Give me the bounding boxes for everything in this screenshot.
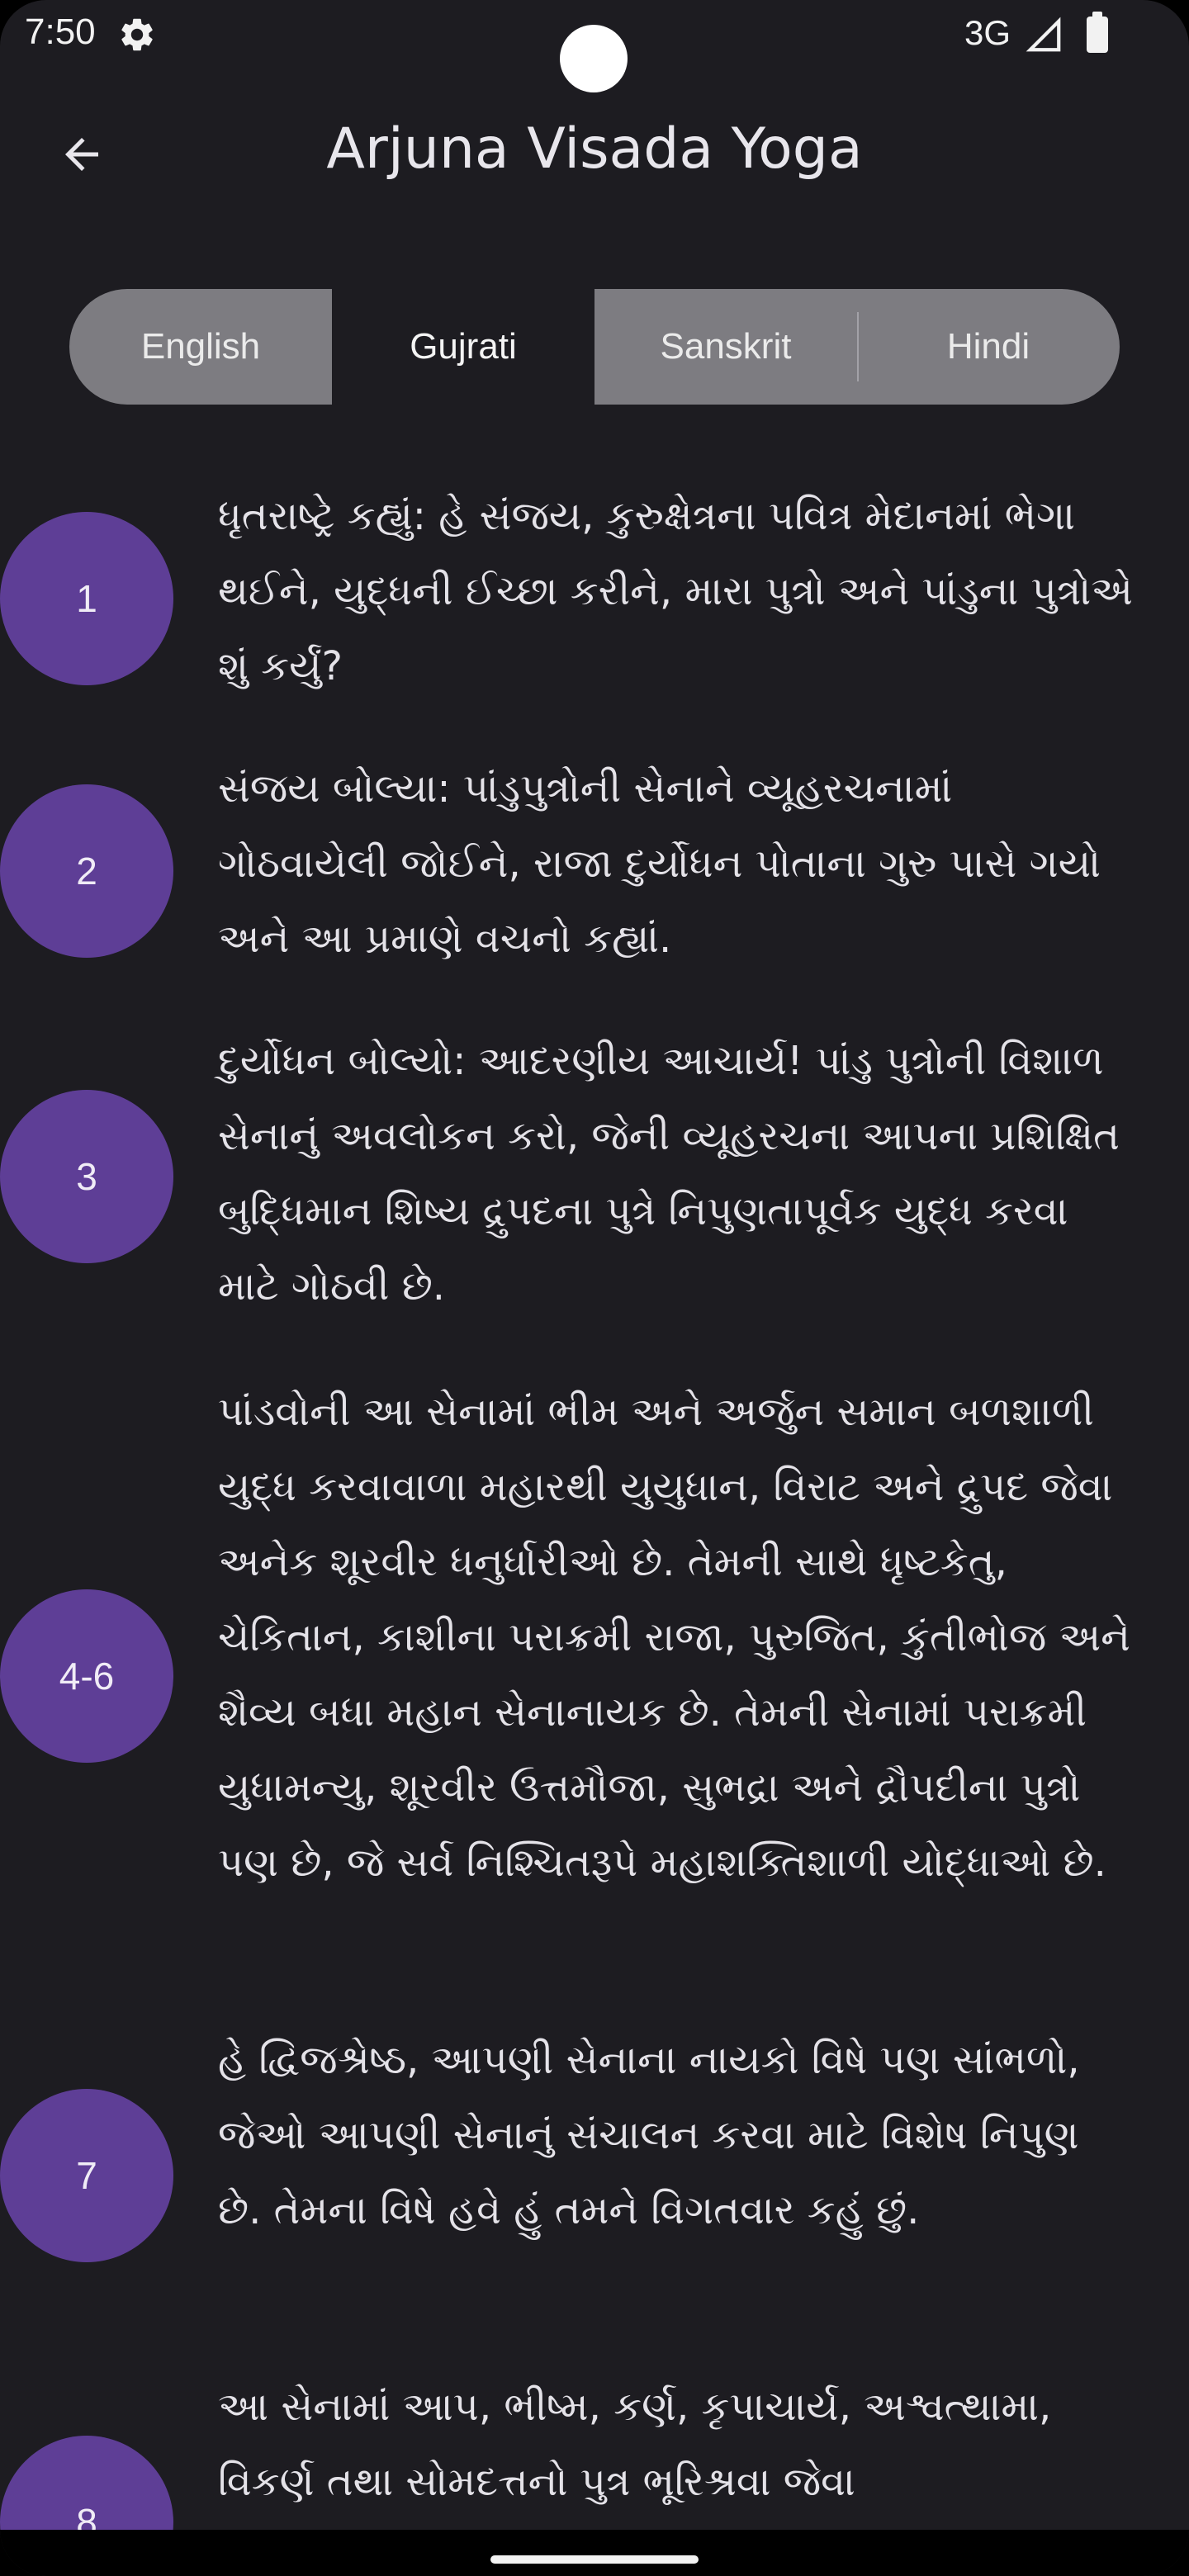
tab-label: Gujrati (410, 326, 517, 367)
tab-label: Sanskrit (660, 326, 792, 367)
camera-cutout (560, 25, 628, 92)
page-title: Arjuna Visada Yoga (326, 116, 863, 182)
language-tabs: English Gujrati Sanskrit Hindi (69, 289, 1120, 405)
verse-text: ધૃતરાષ્ટ્રે કહ્યું: હે સંજય, કુરુક્ષેત્ર… (218, 493, 1133, 689)
verse-item[interactable]: 4-6 પાંડવોની આ સેનામાં ભીમ અને અર્જુન સમ… (0, 1375, 1189, 1986)
verse-number-badge: 3 (0, 1090, 173, 1263)
verse-item[interactable]: 8 આ સેનામાં આપ, ભીષ્મ, કર્ણ, કૃપાચાર્ય, … (0, 2370, 1189, 2535)
system-nav-bar (0, 2530, 1189, 2576)
tab-label: English (140, 326, 261, 367)
home-indicator[interactable] (490, 2555, 699, 2564)
signal-icon (1026, 17, 1061, 52)
verse-item[interactable]: 2 સંજય બોલ્યા: પાંડુપુત્રોની સેનાને વ્યૂ… (0, 751, 1189, 999)
verse-list[interactable]: 1 ધૃતરાષ્ટ્રે કહ્યું: હે સંજય, કુરુક્ષેત… (0, 479, 1189, 2535)
tab-english[interactable]: English (69, 289, 332, 405)
tab-gujrati[interactable]: Gujrati (332, 289, 594, 405)
verse-number-badge: 8 (0, 2436, 173, 2535)
verse-item[interactable]: 3 દુર્યોધન બોલ્યો: આદરણીય આચાર્ય! પાંડુ … (0, 1024, 1189, 1338)
verse-item[interactable]: 7 હે દ્વિજશ્રેષ્ઠ, આપણી સેનાના નાયકો વિષ… (0, 2023, 1189, 2337)
status-bar: 7:50 3G (0, 0, 1189, 92)
network-type: 3G (964, 13, 1011, 52)
tab-sanskrit[interactable]: Sanskrit (594, 289, 857, 405)
back-button[interactable] (48, 121, 116, 188)
battery-icon (1087, 12, 1108, 53)
tab-label: Hindi (946, 326, 1030, 367)
tab-divider (857, 312, 859, 381)
tab-hindi[interactable]: Hindi (857, 289, 1120, 405)
verse-text: સંજય બોલ્યા: પાંડુપુત્રોની સેનાને વ્યૂહર… (218, 765, 1101, 962)
verse-text: હે દ્વિજશ્રેષ્ઠ, આપણી સેનાના નાયકો વિષે … (218, 2037, 1080, 2233)
verse-number-badge: 2 (0, 784, 173, 958)
app-screen: 7:50 3G Arjuna Visada Yoga English Gujra… (0, 0, 1189, 2576)
verse-text: દુર્યોધન બોલ્યો: આદરણીય આચાર્ય! પાંડુ પુ… (218, 1038, 1120, 1309)
verse-number-badge: 7 (0, 2089, 173, 2262)
verse-number-badge: 4-6 (0, 1589, 173, 1763)
verse-text: પાંડવોની આ સેનામાં ભીમ અને અર્જુન સમાન બ… (218, 1389, 1130, 1886)
arrow-left-icon (65, 138, 98, 171)
verse-text: આ સેનામાં આપ, ભીષ્મ, કર્ણ, કૃપાચાર્ય, અશ… (218, 2384, 1052, 2505)
verse-number-badge: 1 (0, 512, 173, 685)
status-time: 7:50 (25, 12, 96, 52)
gear-icon (121, 18, 153, 51)
verse-item[interactable]: 1 ધૃતરાષ્ટ્રે કહ્યું: હે સંજય, કુરુક્ષેત… (0, 479, 1189, 727)
